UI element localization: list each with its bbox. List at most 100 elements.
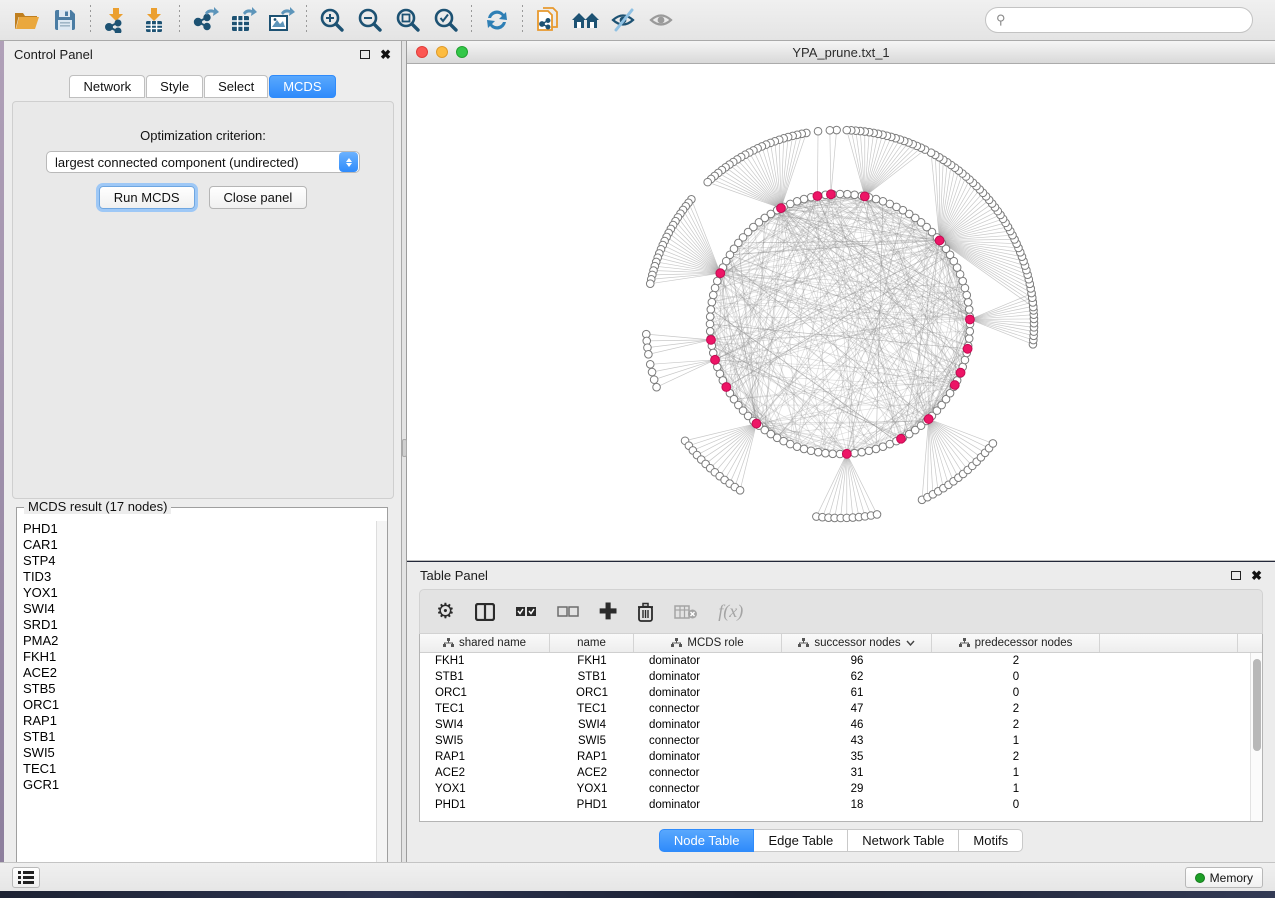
cell-predecessor-nodes[interactable]: 2 — [932, 751, 1100, 763]
cell-successor-nodes[interactable]: 43 — [782, 735, 932, 747]
table-row[interactable]: STB1STB1dominator620 — [420, 669, 1262, 685]
cell-MCDS-role[interactable]: connector — [634, 783, 782, 795]
leaf-node[interactable] — [989, 440, 997, 448]
open-session-icon[interactable] — [8, 3, 46, 37]
table-row[interactable]: ORC1ORC1dominator610 — [420, 685, 1262, 701]
table-row[interactable]: FKH1FKH1dominator962 — [420, 653, 1262, 669]
ring-node[interactable] — [879, 197, 887, 205]
mcds-hub-node[interactable] — [842, 449, 851, 458]
leaf-node[interactable] — [826, 126, 834, 134]
leaf-node[interactable] — [704, 178, 712, 186]
float-panel-icon[interactable] — [1231, 571, 1241, 580]
leaf-node[interactable] — [814, 127, 822, 135]
ring-node[interactable] — [708, 298, 716, 306]
mcds-hub-node[interactable] — [950, 381, 959, 390]
leaf-node[interactable] — [646, 280, 654, 288]
ring-node[interactable] — [965, 306, 973, 314]
ring-node[interactable] — [706, 313, 714, 321]
mcds-hub-node[interactable] — [924, 415, 933, 424]
table-row[interactable]: YOX1YOX1connector291 — [420, 781, 1262, 797]
close-panel-icon[interactable]: ✖ — [1251, 569, 1262, 582]
float-panel-icon[interactable] — [360, 50, 370, 59]
table-row[interactable]: PHD1PHD1dominator180 — [420, 797, 1262, 813]
tab-style[interactable]: Style — [146, 75, 203, 98]
ring-node[interactable] — [851, 191, 859, 199]
ring-node[interactable] — [706, 320, 714, 328]
ring-node[interactable] — [829, 450, 837, 458]
ring-node[interactable] — [865, 447, 873, 455]
cell-name[interactable]: SWI4 — [550, 719, 634, 731]
column-header-predecessor-nodes[interactable]: predecessor nodes — [932, 634, 1100, 652]
cell-name[interactable]: YOX1 — [550, 783, 634, 795]
export-image-icon[interactable] — [262, 3, 300, 37]
cell-name[interactable]: RAP1 — [550, 751, 634, 763]
zoom-selected-icon[interactable] — [427, 3, 465, 37]
table-row[interactable]: RAP1RAP1dominator352 — [420, 749, 1262, 765]
memory-button[interactable]: Memory — [1185, 867, 1263, 888]
tab-motifs[interactable]: Motifs — [959, 829, 1023, 852]
ring-node[interactable] — [706, 327, 714, 335]
ring-node[interactable] — [872, 195, 880, 203]
leaf-node[interactable] — [648, 368, 656, 376]
save-session-icon[interactable] — [46, 3, 84, 37]
cell-shared-name[interactable]: SWI4 — [420, 719, 550, 731]
mcds-node-item[interactable]: YOX1 — [23, 585, 376, 601]
column-header-shared-name[interactable]: shared name — [420, 634, 550, 652]
task-history-button[interactable] — [12, 867, 40, 888]
cell-shared-name[interactable]: SWI5 — [420, 735, 550, 747]
leaf-node[interactable] — [843, 126, 851, 134]
mcds-node-item[interactable]: TEC1 — [23, 761, 376, 777]
cell-name[interactable]: ORC1 — [550, 687, 634, 699]
cell-MCDS-role[interactable]: dominator — [634, 687, 782, 699]
ring-node[interactable] — [964, 298, 972, 306]
show-column-panel-icon[interactable] — [475, 603, 495, 621]
table-scrollbar[interactable] — [1250, 653, 1262, 821]
ring-node[interactable] — [814, 448, 822, 456]
cell-predecessor-nodes[interactable]: 1 — [932, 767, 1100, 779]
cell-predecessor-nodes[interactable]: 2 — [932, 703, 1100, 715]
table-row[interactable]: TEC1TEC1connector472 — [420, 701, 1262, 717]
cell-predecessor-nodes[interactable]: 0 — [932, 799, 1100, 811]
mcds-node-item[interactable]: RAP1 — [23, 713, 376, 729]
optimization-criterion-dropdown[interactable]: largest connected component (undirected) — [46, 151, 360, 173]
cell-MCDS-role[interactable]: connector — [634, 703, 782, 715]
ring-node[interactable] — [800, 445, 808, 453]
ring-node[interactable] — [843, 190, 851, 198]
ring-node[interactable] — [965, 335, 973, 343]
tab-edge-table[interactable]: Edge Table — [754, 829, 848, 852]
ring-node[interactable] — [793, 443, 801, 451]
show-all-icon[interactable] — [643, 3, 681, 37]
mcds-hub-node[interactable] — [897, 434, 906, 443]
mcds-node-item[interactable]: ORC1 — [23, 697, 376, 713]
leaf-node[interactable] — [645, 351, 653, 359]
zoom-fit-icon[interactable] — [389, 3, 427, 37]
ring-node[interactable] — [800, 195, 808, 203]
mcds-hub-node[interactable] — [963, 344, 972, 353]
tab-select[interactable]: Select — [204, 75, 268, 98]
column-header-successor-nodes[interactable]: successor nodes — [782, 634, 932, 652]
ring-node[interactable] — [707, 306, 715, 314]
ring-node[interactable] — [709, 291, 717, 299]
delete-column-icon[interactable] — [637, 602, 654, 622]
tab-network-table[interactable]: Network Table — [848, 829, 959, 852]
import-table-icon[interactable] — [135, 3, 173, 37]
import-network-icon[interactable] — [97, 3, 135, 37]
cell-predecessor-nodes[interactable]: 1 — [932, 735, 1100, 747]
cell-predecessor-nodes[interactable]: 2 — [932, 655, 1100, 667]
cell-MCDS-role[interactable]: dominator — [634, 719, 782, 731]
ring-node[interactable] — [961, 356, 969, 364]
cell-name[interactable]: FKH1 — [550, 655, 634, 667]
export-table-icon[interactable] — [224, 3, 262, 37]
mcds-hub-node[interactable] — [956, 368, 965, 377]
column-header-name[interactable]: name — [550, 634, 634, 652]
mcds-node-item[interactable]: STB1 — [23, 729, 376, 745]
zoom-in-icon[interactable] — [313, 3, 351, 37]
mcds-node-item[interactable]: SRD1 — [23, 617, 376, 633]
network-window-titlebar[interactable]: YPA_prune.txt_1 — [407, 41, 1275, 64]
close-panel-icon[interactable]: ✖ — [380, 48, 391, 61]
mcds-hub-node[interactable] — [722, 383, 731, 392]
mcds-hub-node[interactable] — [827, 190, 836, 199]
cell-successor-nodes[interactable]: 61 — [782, 687, 932, 699]
leaf-node[interactable] — [873, 511, 881, 519]
leaf-node[interactable] — [736, 486, 744, 494]
